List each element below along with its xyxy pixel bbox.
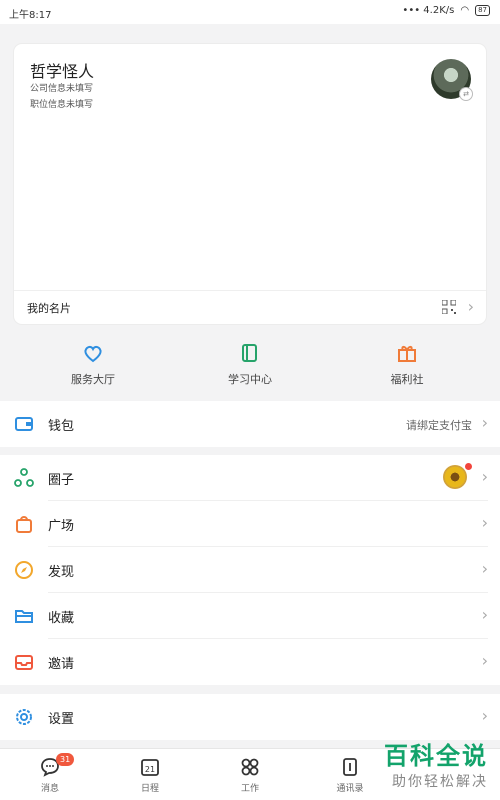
tab-label: 消息 — [40, 784, 59, 794]
qr-code-icon — [442, 300, 456, 314]
quick-learning-center[interactable]: 学习中心 — [180, 342, 320, 387]
battery-icon: 87 — [475, 5, 490, 16]
quick-actions: 服务大厅 学习中心 福利社 — [0, 326, 500, 392]
chevron-right-icon: › — [481, 467, 488, 486]
chevron-right-icon: › — [481, 605, 488, 624]
circle-network-icon — [14, 468, 34, 487]
tab-messages[interactable]: 31 消息 — [0, 753, 100, 794]
switch-icon: ⇄ — [459, 87, 473, 101]
quick-label: 学习中心 — [228, 373, 272, 386]
folder-icon — [15, 610, 33, 623]
unread-badge: 31 — [56, 753, 75, 766]
menu-label: 发现 — [48, 565, 75, 580]
tab-work[interactable]: 工作 — [200, 757, 300, 794]
book-icon — [242, 344, 257, 362]
menu-label: 圈子 — [48, 473, 75, 488]
status-bar: 上午8:17 ••• 4.2K/s ◠ 87 — [0, 0, 500, 24]
grid-icon — [241, 758, 259, 776]
menu-item-discover[interactable]: 发现 › — [0, 547, 500, 593]
watermark-subtitle: 助你轻松解决 — [392, 774, 488, 790]
quick-service-hall[interactable]: 服务大厅 — [23, 342, 163, 387]
bind-alipay-link[interactable]: 请绑定支付宝 — [406, 417, 472, 433]
contacts-icon — [343, 758, 357, 776]
settings-row[interactable]: 设置 › — [0, 694, 500, 740]
wallet-label: 钱包 — [48, 419, 75, 434]
quick-label: 福利社 — [390, 373, 424, 386]
quick-label: 服务大厅 — [71, 373, 115, 386]
watermark: 百科全说 助你轻松解决 — [384, 736, 488, 791]
menu-item-circle[interactable]: 圈子 › — [0, 455, 500, 501]
chevron-right-icon: › — [481, 651, 488, 670]
avatar[interactable]: ⇄ — [431, 59, 473, 101]
network-speed: ••• 4.2K/s — [402, 5, 455, 16]
wallet-group: 钱包 请绑定支付宝 › — [0, 401, 500, 447]
company-info: 公司信息未填写 — [30, 84, 94, 94]
profile-name: 哲学怪人 — [30, 62, 95, 81]
heart-hands-icon — [84, 345, 102, 363]
menu-group: 圈子 › 广场 › 发现 › 收藏 › 邀请 › — [0, 455, 500, 685]
svg-text:21: 21 — [145, 765, 155, 774]
menu-item-favorites[interactable]: 收藏 › — [0, 593, 500, 639]
watermark-title: 百科全说 — [384, 742, 488, 770]
gift-icon — [398, 346, 416, 362]
envelope-icon — [15, 655, 33, 670]
quick-welfare[interactable]: 福利社 — [337, 342, 477, 387]
status-icons: ••• 4.2K/s ◠ 87 — [402, 5, 490, 16]
wallet-icon — [15, 417, 33, 431]
menu-label: 收藏 — [48, 611, 75, 626]
chevron-right-icon: › — [481, 706, 488, 725]
position-info: 职位信息未填写 — [30, 100, 94, 110]
menu-item-square[interactable]: 广场 › — [0, 501, 500, 547]
tab-schedule[interactable]: 21 日程 — [100, 757, 200, 794]
menu-label: 广场 — [48, 519, 75, 534]
chevron-right-icon: › — [481, 559, 488, 578]
menu-label: 邀请 — [48, 657, 75, 672]
my-card-label: 我的名片 — [27, 302, 71, 315]
chevron-right-icon: › — [481, 413, 488, 432]
wallet-row[interactable]: 钱包 请绑定支付宝 › — [0, 401, 500, 447]
menu-item-invite[interactable]: 邀请 › — [0, 639, 500, 685]
notification-dot — [465, 463, 472, 470]
shopping-bag-icon — [16, 516, 32, 533]
settings-group: 设置 › — [0, 694, 500, 740]
circle-avatar — [443, 465, 467, 489]
tab-label: 工作 — [240, 784, 259, 794]
my-card-row[interactable]: 我的名片 › — [14, 291, 486, 324]
wifi-icon: ◠ — [460, 5, 470, 16]
calendar-icon: 21 — [141, 759, 159, 776]
status-time: 上午8:17 — [9, 10, 52, 21]
settings-label: 设置 — [48, 712, 75, 727]
profile-card[interactable]: 哲学怪人 公司信息未填写 职位信息未填写 ⇄ 我的名片 › — [14, 44, 486, 324]
tab-label: 日程 — [140, 784, 159, 794]
chevron-right-icon: › — [467, 297, 474, 316]
gear-icon — [16, 709, 32, 725]
chevron-right-icon: › — [481, 513, 488, 532]
compass-icon — [15, 561, 33, 579]
